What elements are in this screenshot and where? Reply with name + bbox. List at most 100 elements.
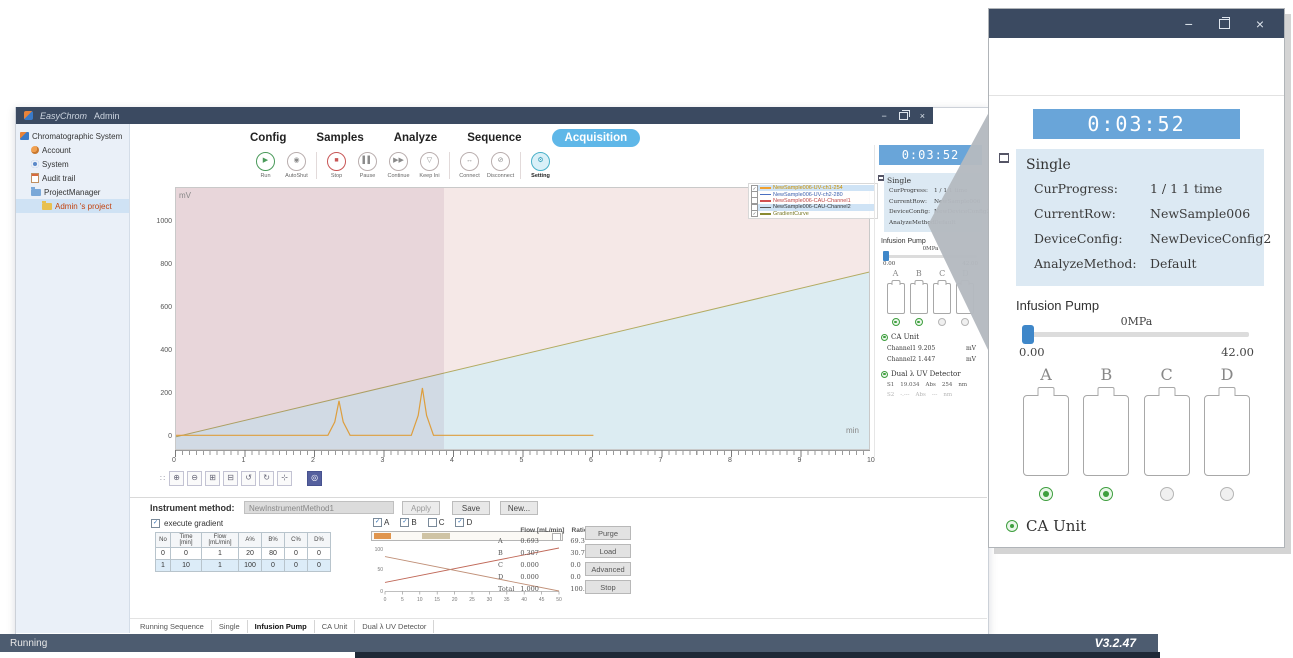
flow-table-cell: C	[495, 559, 517, 571]
menu-item-analyze[interactable]: Analyze	[394, 132, 437, 144]
solvent-check-d[interactable]: ✓D	[455, 518, 472, 527]
solvent-check-a[interactable]: ✓A	[373, 518, 389, 527]
gradient-table-cell[interactable]: 100	[239, 560, 262, 572]
toolbar-button-run[interactable]: ▶Run	[250, 152, 281, 179]
gradient-table-row[interactable]: 1101100000	[156, 560, 331, 572]
pan-icon[interactable]: ⊹	[277, 471, 292, 486]
analyze-method: AnalyzeMethod:Default	[1026, 251, 1254, 276]
bottle-status-radio[interactable]	[915, 318, 923, 326]
checkbox-icon[interactable]: ✓	[373, 518, 382, 527]
execute-gradient-checkbox[interactable]: ✓ execute gradient	[151, 519, 223, 528]
solvent-check-b[interactable]: ✓B	[400, 518, 416, 527]
load-button[interactable]: Load	[585, 544, 631, 558]
sidebar-item-account[interactable]: Account	[16, 143, 129, 157]
drag-handle-icon[interactable]: ∷	[160, 474, 163, 483]
gradient-table-cell[interactable]: 0	[308, 560, 331, 572]
advanced-button[interactable]: Advanced	[585, 562, 631, 576]
auto-scale-icon[interactable]: ◎	[307, 471, 322, 486]
collapse-icon[interactable]	[878, 175, 884, 181]
minimize-icon[interactable]: −	[1185, 16, 1193, 32]
new-method-button[interactable]: New...	[500, 501, 538, 515]
gradient-table-cell[interactable]: 0	[285, 560, 308, 572]
legend-checkbox-icon[interactable]: ✓	[751, 210, 758, 217]
tab-dual-uv-detector[interactable]: Dual λ UV Detector	[355, 620, 434, 633]
chromatogram-plot[interactable]: mVmin	[175, 187, 870, 450]
close-icon[interactable]: ×	[1256, 16, 1264, 32]
solvent-check-c[interactable]: C	[428, 518, 445, 527]
toolbar-button-autoshut[interactable]: ◉AutoShut	[281, 152, 312, 179]
bottle-status-radio[interactable]	[892, 318, 900, 326]
restore-icon[interactable]	[1219, 19, 1230, 29]
bottle-status-radio[interactable]	[1099, 487, 1113, 501]
zoom-reset-icon[interactable]: ⊟	[223, 471, 238, 486]
zoom-in-icon[interactable]: ⊕	[169, 471, 184, 486]
pressure-slider[interactable]	[1024, 332, 1249, 337]
redo-zoom-icon[interactable]: ↻	[259, 471, 274, 486]
gradient-table-cell[interactable]: 0	[308, 548, 331, 560]
bottle-status-radio[interactable]	[1160, 487, 1174, 501]
zoom-window-icon[interactable]: ⊞	[205, 471, 220, 486]
bottle-status-radio[interactable]	[961, 318, 969, 326]
sidebar-item-admin-s-project[interactable]: Admin 's project	[16, 199, 129, 213]
gradient-table-cell[interactable]: 0	[171, 548, 202, 560]
menu-item-config[interactable]: Config	[250, 132, 286, 144]
bottle-letter: B	[916, 269, 922, 278]
x-tick-label: 4	[450, 457, 454, 464]
checkbox-icon[interactable]: ✓	[400, 518, 409, 527]
gradient-table-cell[interactable]: 80	[262, 548, 285, 560]
checkbox-icon[interactable]: ✓	[151, 519, 160, 528]
apply-button[interactable]: Apply	[402, 501, 440, 515]
gradient-table-cell[interactable]: 20	[239, 548, 262, 560]
checkbox-icon[interactable]	[428, 518, 437, 527]
menu-item-samples[interactable]: Samples	[316, 132, 363, 144]
bottle-status-radio[interactable]	[1220, 487, 1234, 501]
connect-icon: ↔	[460, 152, 479, 171]
sidebar-item-label: System	[42, 160, 69, 169]
toolbar-button-continue[interactable]: ▶▶Continue	[383, 152, 414, 179]
checkbox-icon[interactable]: ✓	[455, 518, 464, 527]
flow-table-row: D0.0000.0	[495, 571, 592, 583]
legend-entry-gradientcurve[interactable]: ✓GradientCurve	[751, 211, 875, 217]
tab-running-sequence[interactable]: Running Sequence	[133, 620, 212, 633]
gradient-table-cell[interactable]: 0	[262, 560, 285, 572]
menu-item-acquisition[interactable]: Acquisition	[552, 129, 641, 147]
toolbar-button-setting[interactable]: ⚙Setting	[520, 152, 556, 179]
toolbar-button-keep-ini[interactable]: ▽Keep Ini	[414, 152, 445, 179]
tab-infusion-pump[interactable]: Infusion Pump	[248, 620, 315, 633]
stop-button[interactable]: Stop	[585, 580, 631, 594]
bottle-status-radio[interactable]	[1039, 487, 1053, 501]
gradient-table-cell[interactable]: 0	[285, 548, 308, 560]
gradient-table-cell[interactable]: 10	[171, 560, 202, 572]
minimize-icon[interactable]: −	[881, 111, 886, 121]
gradient-table-row[interactable]: 001208000	[156, 548, 331, 560]
purge-button[interactable]: Purge	[585, 526, 631, 540]
toolbar-button-stop[interactable]: ■Stop	[316, 152, 352, 179]
sidebar-item-projectmanager[interactable]: ProjectManager	[16, 185, 129, 199]
close-icon[interactable]: ×	[920, 111, 925, 121]
toolbar-button-pause[interactable]: ▌▌Pause	[352, 152, 383, 179]
gradient-table-cell[interactable]: 1	[202, 560, 239, 572]
bottle-status-radio[interactable]	[938, 318, 946, 326]
menu-item-sequence[interactable]: Sequence	[467, 132, 521, 144]
gradient-table-cell[interactable]: 1	[202, 548, 239, 560]
restore-icon[interactable]	[899, 112, 908, 120]
gradient-table-cell[interactable]: 0	[156, 548, 171, 560]
save-button[interactable]: Save	[452, 501, 490, 515]
collapse-icon[interactable]	[999, 153, 1009, 163]
pressure-slider-thumb[interactable]	[1022, 325, 1034, 344]
zoom-out-icon[interactable]: ⊖	[187, 471, 202, 486]
sidebar-item-system[interactable]: System	[16, 157, 129, 171]
toolbar-button-disconnect[interactable]: ⊘Disconnect	[485, 152, 516, 179]
tab-ca-unit[interactable]: CA Unit	[315, 620, 355, 633]
tab-single[interactable]: Single	[212, 620, 248, 633]
gradient-table-cell[interactable]: 1	[156, 560, 171, 572]
toolbar-button-connect[interactable]: ↔Connect	[449, 152, 485, 179]
pressure-slider-thumb[interactable]	[883, 251, 889, 261]
undo-zoom-icon[interactable]: ↺	[241, 471, 256, 486]
gradient-table[interactable]: NoTime [min]Flow [mL/min]A%B%C%D%0012080…	[155, 532, 331, 572]
panel-divider	[874, 145, 875, 457]
run-mode-title: Single	[1026, 157, 1254, 173]
instrument-method-field[interactable]: NewInstrumentMethod1	[244, 501, 394, 514]
sidebar-item-chromatographic-system[interactable]: Chromatographic System	[16, 129, 129, 143]
sidebar-item-audit-trail[interactable]: Audit trail	[16, 171, 129, 185]
